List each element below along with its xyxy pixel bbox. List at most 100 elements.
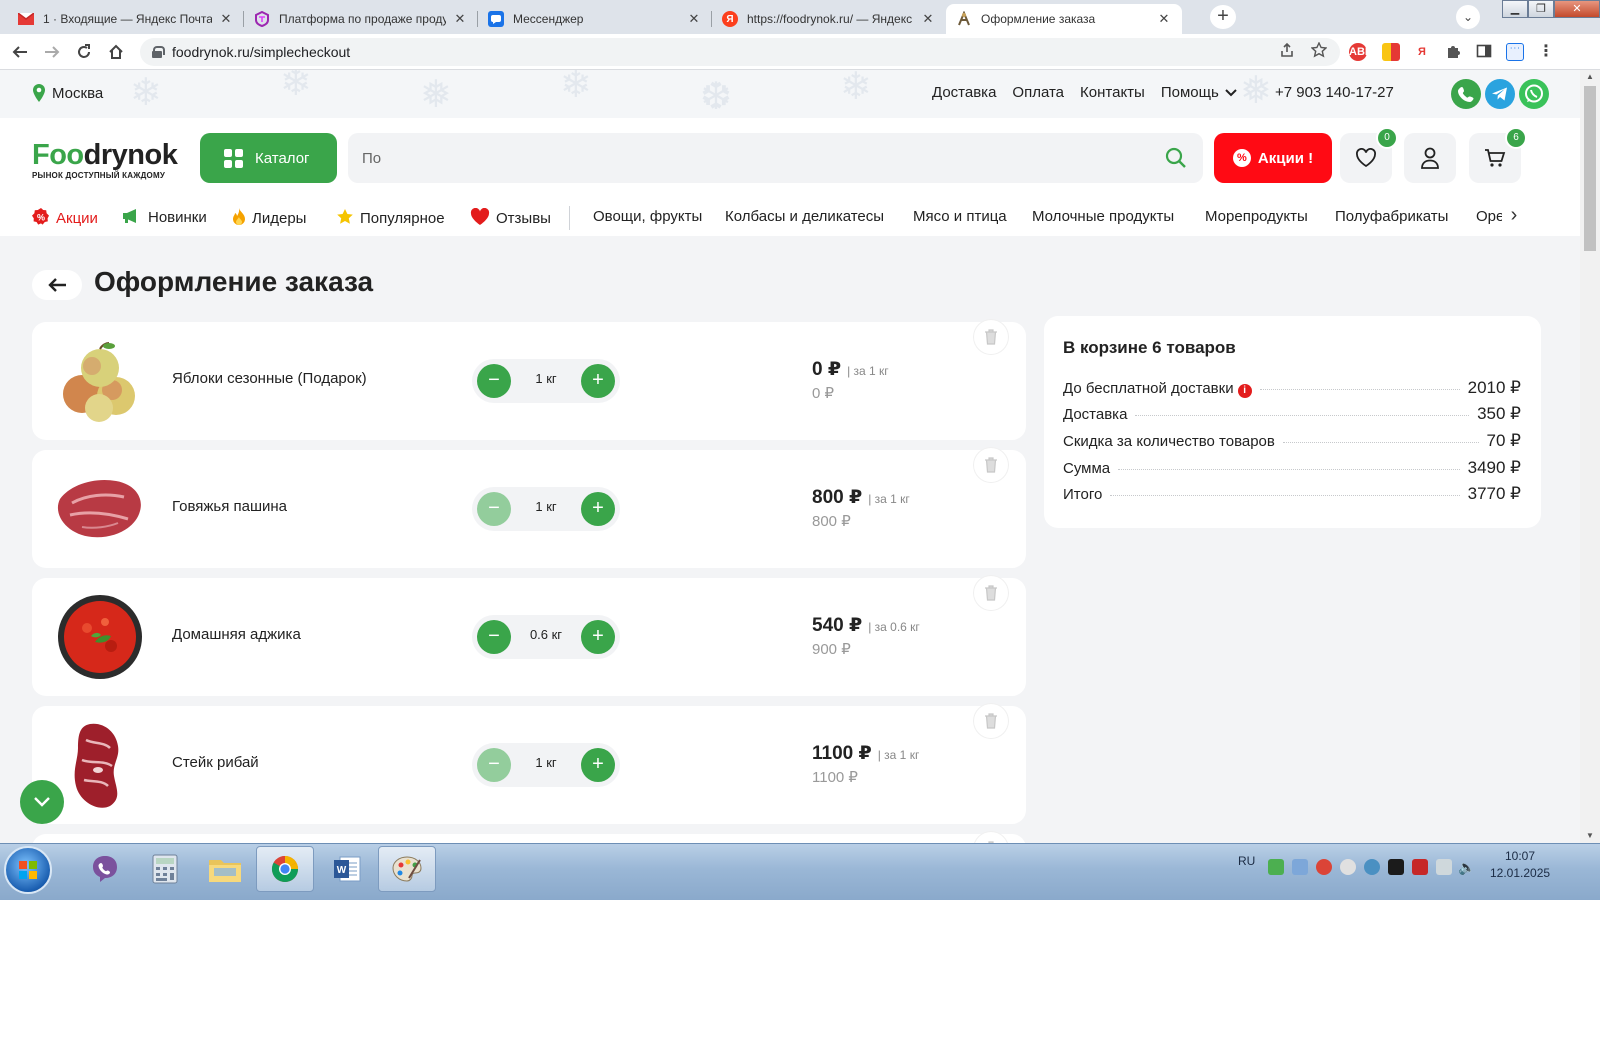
decrease-quantity-button[interactable]: − xyxy=(477,620,511,654)
decrease-quantity-button[interactable]: − xyxy=(477,492,511,526)
product-name[interactable]: Яблоки сезонные (Подарок) xyxy=(172,370,367,387)
reload-icon[interactable] xyxy=(72,40,96,64)
browser-menu-icon[interactable]: ⋮ xyxy=(1537,43,1555,61)
category-popular[interactable]: Популярное xyxy=(336,208,445,229)
category-promo[interactable]: % Акции xyxy=(32,208,98,229)
share-icon[interactable] xyxy=(1279,42,1295,62)
back-button[interactable] xyxy=(32,270,82,300)
close-window-button[interactable]: ✕ xyxy=(1554,0,1600,18)
adblock-icon[interactable]: ABP xyxy=(1349,43,1372,61)
clock-time[interactable]: 10:07 xyxy=(1505,849,1535,863)
flag-tray-icon[interactable] xyxy=(1412,859,1428,875)
category-leaders[interactable]: Лидеры xyxy=(232,208,306,229)
product-name[interactable]: Говяжья пашина xyxy=(172,498,287,515)
start-button[interactable] xyxy=(4,846,52,894)
tab-close-icon[interactable]: ✕ xyxy=(452,11,468,27)
product-name[interactable]: Домашняя аджика xyxy=(172,626,301,643)
decrease-quantity-button[interactable]: − xyxy=(477,364,511,398)
remove-item-button[interactable] xyxy=(974,320,1008,354)
chevron-right-icon[interactable]: › xyxy=(1502,204,1526,232)
cart-button[interactable]: 6 xyxy=(1469,127,1527,183)
bookmark-star-icon[interactable] xyxy=(1310,41,1328,62)
category-new[interactable]: Новинки xyxy=(122,208,207,227)
category-reviews[interactable]: Отзывы xyxy=(470,207,551,229)
phone-number[interactable]: +7 903 140-17-27 xyxy=(1275,84,1394,101)
display-icon[interactable] xyxy=(1436,859,1452,875)
network-icon[interactable] xyxy=(1292,859,1308,875)
city-selector[interactable]: Москва xyxy=(32,84,103,102)
decrease-quantity-button[interactable]: − xyxy=(477,748,511,782)
phone-call-icon[interactable] xyxy=(1451,79,1481,109)
telegram-icon[interactable] xyxy=(1485,79,1515,109)
tab-mail[interactable]: 1 · Входящие — Яндекс Почта ✕ xyxy=(8,4,244,34)
forward-arrow-icon[interactable] xyxy=(40,40,64,64)
new-tab-button[interactable]: + xyxy=(1210,5,1236,29)
nav-contacts-link[interactable]: Контакты xyxy=(1080,84,1145,101)
side-panel-icon[interactable] xyxy=(1475,43,1493,61)
nvidia-icon[interactable] xyxy=(1388,859,1404,875)
site-logo[interactable]: Foodrynok РЫНОК ДОСТУПНЫЙ КАЖДОМУ xyxy=(32,141,178,181)
scroll-down-arrow-icon[interactable]: ▼ xyxy=(1580,829,1600,843)
catalog-button[interactable]: Каталог xyxy=(200,133,337,183)
taskbar-word[interactable]: W xyxy=(318,846,376,892)
extensions-puzzle-icon[interactable] xyxy=(1444,43,1462,61)
clock-date[interactable]: 12.01.2025 xyxy=(1490,866,1550,880)
speaker-icon[interactable]: 🔈 xyxy=(1458,859,1475,875)
taskbar-viber[interactable] xyxy=(76,846,134,892)
page-scrollbar[interactable]: ▲ ▼ xyxy=(1580,70,1600,843)
category-meat[interactable]: Мясо и птица xyxy=(913,208,1007,225)
scrollbar-thumb[interactable] xyxy=(1584,86,1596,251)
whatsapp-icon[interactable] xyxy=(1519,79,1549,109)
info-icon[interactable]: i xyxy=(1237,384,1252,398)
scroll-down-button[interactable] xyxy=(20,780,64,824)
product-name[interactable]: Стейк рибай xyxy=(172,754,259,771)
increase-quantity-button[interactable]: + xyxy=(581,364,615,398)
category-seafood[interactable]: Морепродукты xyxy=(1205,208,1308,225)
taskbar-calculator[interactable] xyxy=(136,846,194,892)
taskbar-paint[interactable] xyxy=(378,846,436,892)
remove-item-button[interactable] xyxy=(974,704,1008,738)
category-dairy[interactable]: Молочные продукты xyxy=(1032,208,1174,225)
security-shield-icon[interactable] xyxy=(1268,859,1284,875)
increase-quantity-button[interactable]: + xyxy=(581,748,615,782)
tab-close-icon[interactable]: ✕ xyxy=(1156,11,1172,27)
updater-icon[interactable] xyxy=(1340,859,1356,875)
tab-close-icon[interactable]: ✕ xyxy=(920,11,936,27)
remove-item-button[interactable] xyxy=(974,832,1008,843)
chrome-tray-icon[interactable] xyxy=(1316,859,1332,875)
keyboard-language[interactable]: RU xyxy=(1238,854,1255,868)
tab-messenger[interactable]: Мессенджер ✕ xyxy=(478,4,712,34)
tab-checkout[interactable]: Оформление заказа ✕ xyxy=(946,4,1182,34)
taskbar-chrome[interactable] xyxy=(256,846,314,892)
profile-avatar[interactable]: · · · xyxy=(1506,43,1524,61)
category-semifinished[interactable]: Полуфабрикаты xyxy=(1335,208,1448,225)
category-vegetables[interactable]: Овощи, фрукты xyxy=(593,208,702,225)
address-bar[interactable]: foodrynok.ru/simplecheckout xyxy=(140,38,1340,66)
scroll-up-arrow-icon[interactable]: ▲ xyxy=(1580,70,1600,84)
tab-yandex[interactable]: Я https://foodrynok.ru/ — Яндекс ✕ xyxy=(712,4,946,34)
minimize-button[interactable]: ▁ xyxy=(1502,0,1528,18)
remove-item-button[interactable] xyxy=(974,448,1008,482)
home-icon[interactable] xyxy=(104,40,128,64)
promo-button[interactable]: % Акции ! xyxy=(1214,133,1332,183)
tab-close-icon[interactable]: ✕ xyxy=(218,11,234,27)
tab-platform[interactable]: Платформа по продаже продуктов ✕ xyxy=(244,4,478,34)
search-input[interactable]: По xyxy=(348,133,1203,183)
increase-quantity-button[interactable]: + xyxy=(581,492,615,526)
maximize-button[interactable]: ❐ xyxy=(1528,0,1554,18)
account-button[interactable] xyxy=(1404,133,1456,183)
extension-flag-icon[interactable] xyxy=(1382,43,1400,61)
favorites-button[interactable]: 0 xyxy=(1340,127,1398,183)
sync-icon[interactable] xyxy=(1364,859,1380,875)
increase-quantity-button[interactable]: + xyxy=(581,620,615,654)
nav-help-dropdown[interactable]: Помощь xyxy=(1161,84,1237,101)
taskbar-explorer[interactable] xyxy=(196,846,254,892)
yandex-extension-icon[interactable]: Я xyxy=(1413,43,1431,61)
tab-search-chevron-icon[interactable]: ⌄ xyxy=(1456,5,1480,29)
remove-item-button[interactable] xyxy=(974,576,1008,610)
category-sausages[interactable]: Колбасы и деликатесы xyxy=(725,208,884,225)
tab-close-icon[interactable]: ✕ xyxy=(686,11,702,27)
nav-delivery-link[interactable]: Доставка xyxy=(932,84,996,101)
search-icon[interactable] xyxy=(1165,147,1187,169)
back-arrow-icon[interactable] xyxy=(8,40,32,64)
